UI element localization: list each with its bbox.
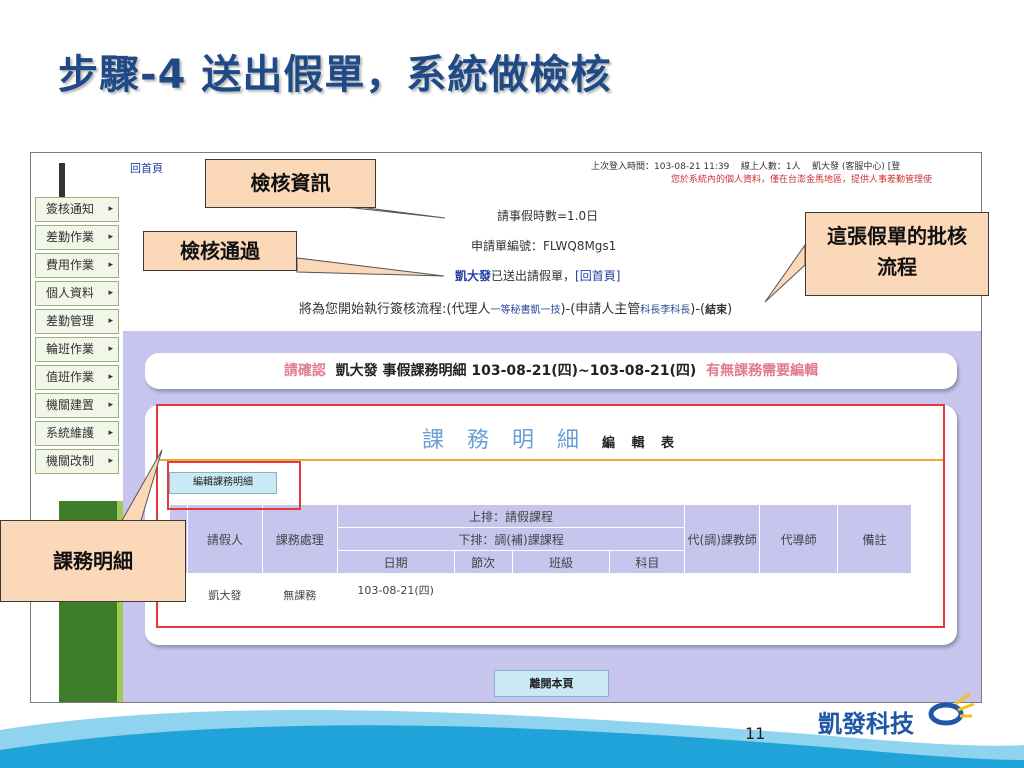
callout-pointers [119,206,806,525]
page-number: 11 [745,724,766,743]
pointer-check-passed [296,257,445,277]
brand-name: 凱發科技 [818,710,914,738]
callout-course-detail: 課務明細 [0,520,186,602]
callout-check-passed: 檢核通過 [143,231,297,271]
pointer-course-detail [119,449,163,525]
pointer-approval-flow [764,243,806,303]
brand-logo-icon [928,692,975,726]
callout-approval-flow: 這張假單的批核流程 [805,212,989,296]
callout-check-info: 檢核資訊 [205,159,376,208]
pointer-check-info [344,206,446,219]
